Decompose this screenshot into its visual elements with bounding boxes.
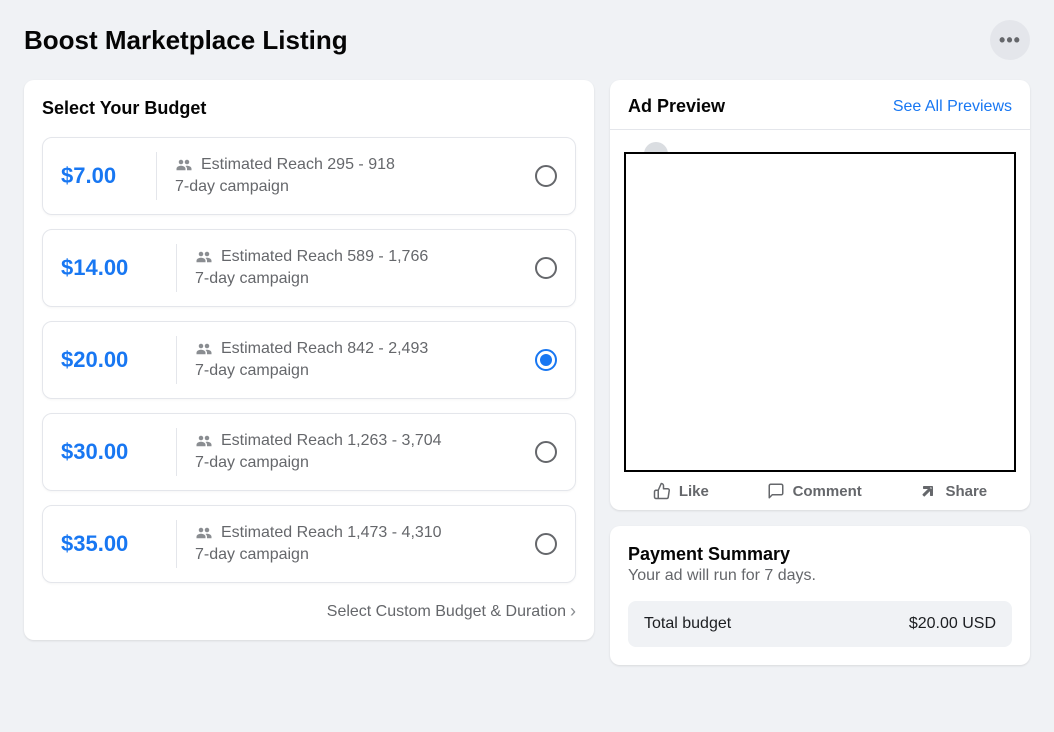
comment-button[interactable]: Comment bbox=[767, 482, 862, 500]
budget-info: Estimated Reach 842 - 2,493 7-day campaig… bbox=[195, 340, 535, 380]
people-icon bbox=[195, 342, 213, 356]
budget-radio[interactable] bbox=[535, 257, 557, 279]
budget-radio[interactable] bbox=[535, 165, 557, 187]
budget-option[interactable]: $35.00 Estimated Reach 1,473 - 4,310 7-day… bbox=[42, 505, 576, 583]
budget-option[interactable]: $30.00 Estimated Reach 1,263 - 3,704 7-day… bbox=[42, 413, 576, 491]
share-button[interactable]: Share bbox=[919, 482, 987, 500]
budget-option[interactable]: $14.00 Estimated Reach 589 - 1,766 7-day c… bbox=[42, 229, 576, 307]
share-label: Share bbox=[945, 483, 987, 500]
see-all-previews-link[interactable]: See All Previews bbox=[893, 98, 1012, 116]
estimated-reach: Estimated Reach 589 - 1,766 bbox=[221, 248, 428, 266]
share-icon bbox=[919, 482, 937, 500]
budget-price: $7.00 bbox=[61, 163, 156, 189]
more-options-button[interactable]: ••• bbox=[990, 20, 1030, 60]
budget-option[interactable]: $20.00 Estimated Reach 842 - 2,493 7-day c… bbox=[42, 321, 576, 399]
like-button[interactable]: Like bbox=[653, 482, 709, 500]
estimated-reach: Estimated Reach 295 - 918 bbox=[201, 156, 395, 174]
campaign-duration: 7-day campaign bbox=[175, 178, 535, 196]
campaign-duration: 7-day campaign bbox=[195, 270, 535, 288]
budget-info: Estimated Reach 589 - 1,766 7-day campaig… bbox=[195, 248, 535, 288]
estimated-reach: Estimated Reach 1,473 - 4,310 bbox=[221, 524, 442, 542]
like-label: Like bbox=[679, 483, 709, 500]
like-icon bbox=[653, 482, 671, 500]
total-budget-row: Total budget $20.00 USD bbox=[628, 601, 1012, 647]
custom-budget-label: Select Custom Budget & Duration bbox=[327, 603, 566, 621]
budget-price: $14.00 bbox=[61, 255, 176, 281]
divider bbox=[176, 336, 177, 384]
budget-price: $30.00 bbox=[61, 439, 176, 465]
budget-radio[interactable] bbox=[535, 533, 557, 555]
comment-icon bbox=[767, 482, 785, 500]
ad-preview-card: Ad Preview See All Previews Like bbox=[610, 80, 1030, 510]
ad-preview-image bbox=[624, 152, 1016, 472]
page-title: Boost Marketplace Listing bbox=[24, 25, 348, 56]
budget-price: $20.00 bbox=[61, 347, 176, 373]
campaign-duration: 7-day campaign bbox=[195, 362, 535, 380]
divider bbox=[156, 152, 157, 200]
comment-label: Comment bbox=[793, 483, 862, 500]
divider bbox=[176, 428, 177, 476]
budget-info: Estimated Reach 1,263 - 3,704 7-day campa… bbox=[195, 432, 535, 472]
total-budget-value: $20.00 USD bbox=[909, 615, 996, 633]
divider bbox=[176, 244, 177, 292]
chevron-right-icon: › bbox=[570, 601, 576, 622]
people-icon bbox=[195, 434, 213, 448]
budget-option[interactable]: $7.00 Estimated Reach 295 - 918 7-day camp… bbox=[42, 137, 576, 215]
estimated-reach: Estimated Reach 842 - 2,493 bbox=[221, 340, 428, 358]
estimated-reach: Estimated Reach 1,263 - 3,704 bbox=[221, 432, 442, 450]
total-budget-label: Total budget bbox=[644, 615, 731, 633]
payment-summary-subtitle: Your ad will run for 7 days. bbox=[628, 567, 1012, 585]
budget-info: Estimated Reach 1,473 - 4,310 7-day campa… bbox=[195, 524, 535, 564]
budget-radio[interactable] bbox=[535, 441, 557, 463]
divider bbox=[176, 520, 177, 568]
people-icon bbox=[175, 158, 193, 172]
budget-section-title: Select Your Budget bbox=[42, 98, 576, 119]
people-icon bbox=[195, 526, 213, 540]
people-icon bbox=[195, 250, 213, 264]
budget-options-list: $7.00 Estimated Reach 295 - 918 7-day camp… bbox=[42, 137, 576, 583]
ad-preview-title: Ad Preview bbox=[628, 96, 725, 117]
ellipsis-icon: ••• bbox=[999, 30, 1021, 51]
page-header: Boost Marketplace Listing ••• bbox=[24, 20, 1030, 60]
campaign-duration: 7-day campaign bbox=[195, 546, 535, 564]
budget-info: Estimated Reach 295 - 918 7-day campaign bbox=[175, 156, 535, 196]
budget-radio[interactable] bbox=[535, 349, 557, 371]
budget-price: $35.00 bbox=[61, 531, 176, 557]
campaign-duration: 7-day campaign bbox=[195, 454, 535, 472]
payment-summary-title: Payment Summary bbox=[628, 544, 1012, 565]
budget-card: Select Your Budget $7.00 Estimated Reach … bbox=[24, 80, 594, 640]
custom-budget-link[interactable]: Select Custom Budget & Duration › bbox=[42, 601, 576, 622]
payment-summary-card: Payment Summary Your ad will run for 7 d… bbox=[610, 526, 1030, 665]
